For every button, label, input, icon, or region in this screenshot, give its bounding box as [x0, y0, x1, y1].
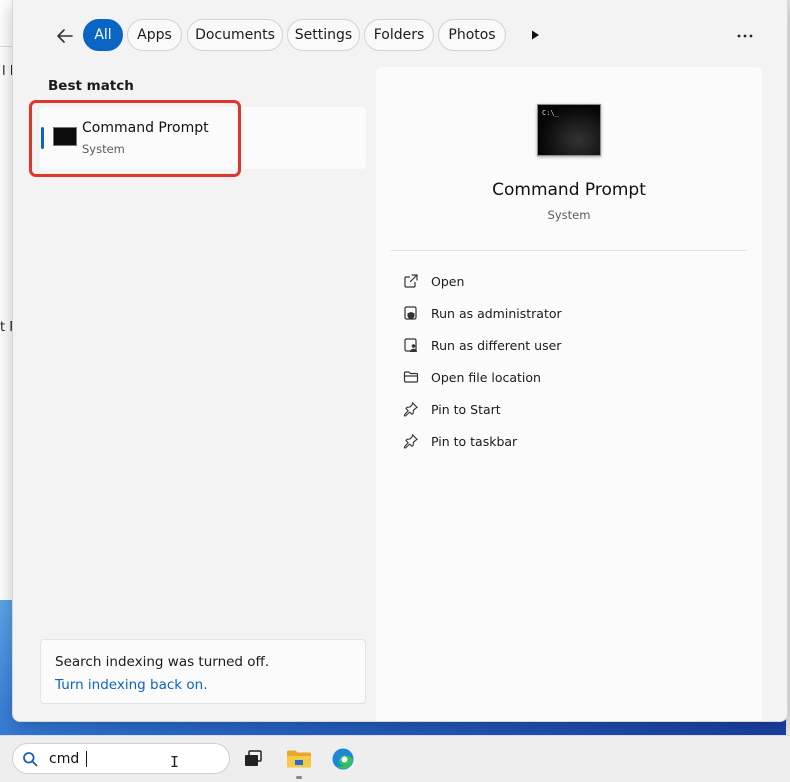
- preview-pane: C:\_ Command Prompt System Open Run as a…: [376, 67, 762, 721]
- filter-documents[interactable]: Documents: [187, 19, 283, 51]
- action-run-as-administrator[interactable]: Run as administrator: [402, 301, 722, 325]
- filter-all[interactable]: All: [83, 19, 123, 51]
- folder-icon: [402, 368, 420, 386]
- ellipsis-icon: [737, 34, 753, 38]
- back-button[interactable]: [51, 22, 79, 50]
- taskbar: cmd I: [0, 735, 790, 782]
- play-arrow-icon: [532, 30, 539, 40]
- task-view-icon[interactable]: [238, 744, 268, 774]
- action-label: Run as administrator: [431, 305, 562, 321]
- pin-icon: [402, 432, 420, 450]
- action-pin-to-taskbar[interactable]: Pin to taskbar: [402, 429, 722, 453]
- preview-title: Command Prompt: [492, 180, 646, 200]
- turn-indexing-on-link[interactable]: Turn indexing back on.: [55, 677, 208, 693]
- action-label: Open: [431, 273, 465, 289]
- best-match-heading: Best match: [48, 78, 134, 94]
- indexing-message: Search indexing was turned off.: [55, 654, 270, 670]
- running-app-indicator: [296, 776, 302, 779]
- annotation-highlight-box: [29, 100, 241, 177]
- filter-apps[interactable]: Apps: [127, 19, 182, 51]
- indexing-notice: Search indexing was turned off. Turn ind…: [40, 639, 366, 704]
- action-label: Run as different user: [431, 337, 562, 353]
- user-switch-icon: [402, 336, 420, 354]
- text-caret: [86, 751, 87, 767]
- filter-photos[interactable]: Photos: [438, 19, 506, 51]
- action-pin-to-start[interactable]: Pin to Start: [402, 397, 722, 421]
- divider: [391, 250, 747, 251]
- open-external-icon: [402, 272, 420, 290]
- taskbar-search-box[interactable]: cmd I: [12, 743, 230, 774]
- mouse-cursor-ibeam: I: [170, 753, 180, 771]
- filter-folders[interactable]: Folders: [364, 19, 434, 51]
- action-label: Pin to taskbar: [431, 433, 518, 449]
- action-run-as-different-user[interactable]: Run as different user: [402, 333, 722, 357]
- action-label: Pin to Start: [431, 401, 501, 417]
- search-icon: [22, 751, 38, 767]
- filter-settings[interactable]: Settings: [287, 19, 360, 51]
- action-label: Open file location: [431, 369, 541, 385]
- shield-admin-icon: [402, 304, 420, 322]
- arrow-left-icon: [57, 29, 73, 43]
- more-options-button[interactable]: [731, 22, 759, 50]
- pin-icon: [402, 400, 420, 418]
- more-filters-button[interactable]: [523, 23, 547, 47]
- file-explorer-icon[interactable]: [284, 744, 314, 774]
- action-open[interactable]: Open: [402, 269, 722, 293]
- edge-icon[interactable]: [328, 744, 358, 774]
- command-prompt-icon: C:\_: [537, 104, 601, 156]
- search-input[interactable]: cmd: [49, 751, 79, 767]
- action-open-file-location[interactable]: Open file location: [402, 365, 722, 389]
- search-flyout: All Apps Documents Settings Folders Phot…: [12, 0, 788, 722]
- preview-subtitle: System: [547, 208, 591, 222]
